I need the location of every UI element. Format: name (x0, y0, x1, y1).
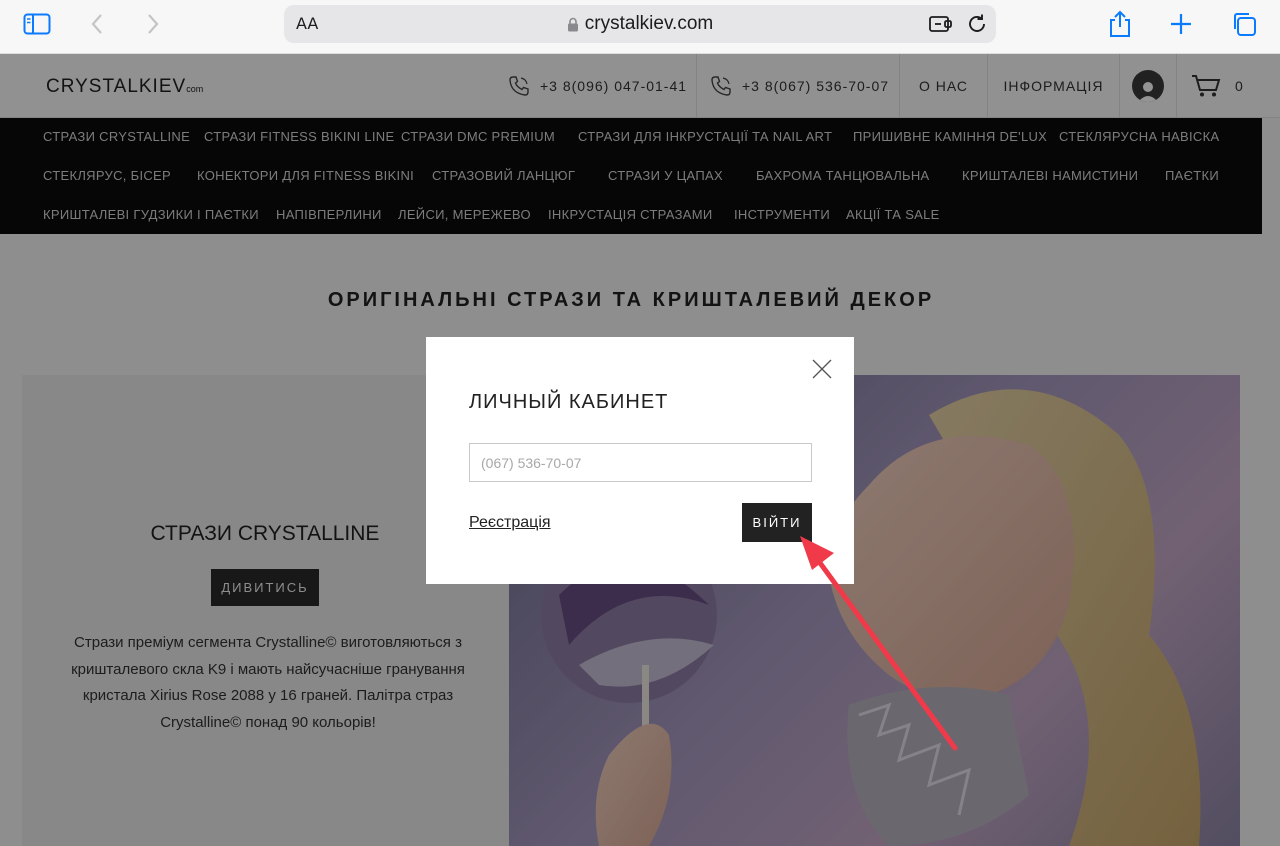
phone-input[interactable] (469, 443, 812, 482)
close-button[interactable] (810, 357, 834, 381)
sidebar-toggle-button[interactable] (20, 9, 54, 39)
address-bar[interactable]: AA crystalkiev.com (284, 5, 996, 43)
share-button[interactable] (1103, 9, 1137, 39)
url-text: crystalkiev.com (584, 13, 714, 34)
forward-button[interactable] (136, 9, 170, 39)
sidebar-icon (23, 13, 51, 35)
login-button[interactable]: ВІЙТИ (742, 503, 812, 542)
new-tab-button[interactable] (1164, 9, 1198, 39)
lock-icon (567, 17, 578, 31)
login-modal: ЛИЧНЫЙ КАБИНЕТ Реєстрація ВІЙТИ (426, 337, 854, 584)
back-button[interactable] (80, 9, 114, 39)
reload-icon[interactable] (964, 13, 990, 35)
chevron-left-icon (91, 14, 102, 34)
share-icon (1110, 10, 1130, 37)
close-icon (812, 359, 832, 379)
tabs-icon (1234, 13, 1256, 36)
browser-toolbar: AA crystalkiev.com (0, 0, 1280, 54)
register-link[interactable]: Реєстрація (469, 514, 551, 532)
text-size-button[interactable]: AA (296, 14, 318, 33)
chevron-right-icon (148, 14, 159, 34)
page: AA crystalkiev.com CRYSTALKIEVcom +3 8(0… (0, 0, 1280, 846)
modal-title: ЛИЧНЫЙ КАБИНЕТ (469, 391, 669, 413)
plus-icon (1171, 14, 1191, 34)
extension-icon[interactable] (928, 13, 954, 35)
tabs-overview-button[interactable] (1227, 9, 1261, 39)
